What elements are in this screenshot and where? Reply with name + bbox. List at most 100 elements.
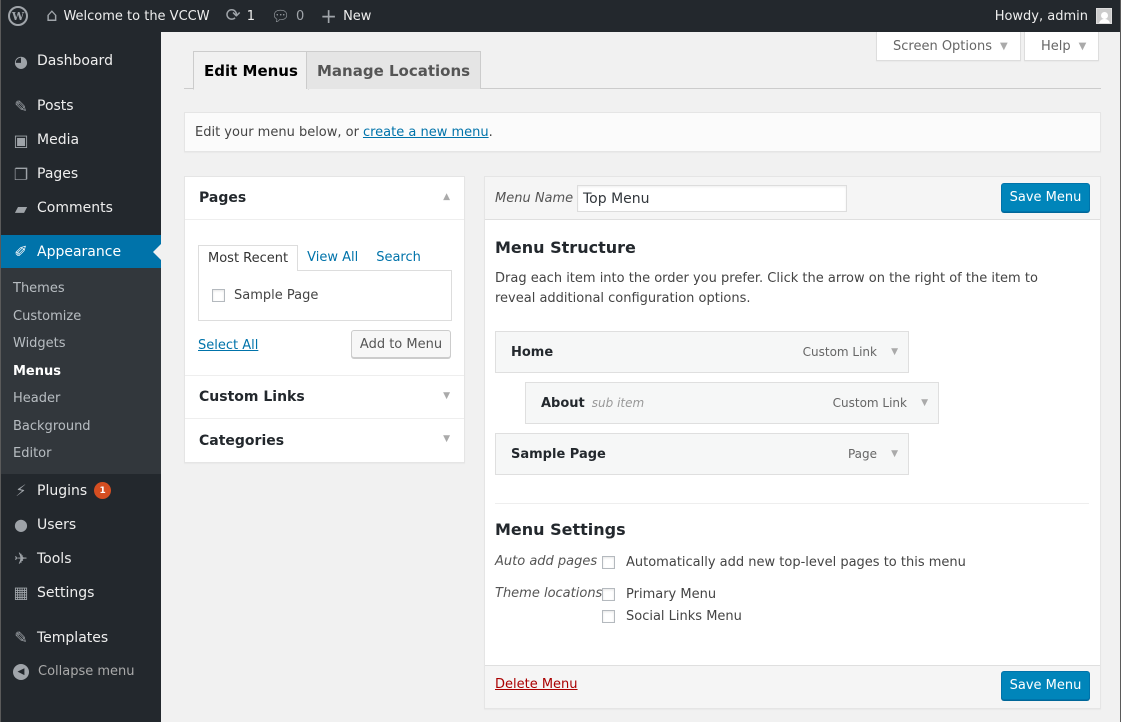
- social-links-label: Social Links Menu: [626, 609, 742, 624]
- tab-view-all[interactable]: View All: [298, 245, 367, 270]
- expand-arrow-icon[interactable]: ▼: [891, 449, 898, 459]
- primary-menu-label: Primary Menu: [626, 587, 717, 602]
- sidebar-item-label: Posts: [37, 98, 74, 114]
- location-primary-row: Primary Menu: [602, 587, 716, 602]
- sidebar-item-settings[interactable]: ▦ Settings: [1, 576, 161, 610]
- tab-most-recent[interactable]: Most Recent: [198, 245, 299, 271]
- auto-add-text: Automatically add new top-level pages to…: [626, 555, 966, 570]
- theme-locations-label: Theme locations: [495, 586, 603, 601]
- save-menu-button-top[interactable]: Save Menu: [1001, 183, 1090, 212]
- sidebar-item-posts[interactable]: ✎ Posts: [1, 89, 161, 123]
- custom-links-section-header[interactable]: Custom Links ▼: [185, 376, 464, 419]
- submenu-editor[interactable]: Editor: [1, 440, 161, 468]
- sidebar-item-templates[interactable]: ✎ Templates: [1, 621, 161, 655]
- updates-count: 1: [246, 8, 255, 24]
- menu-item-about[interactable]: About sub item Custom Link ▼: [525, 382, 939, 424]
- sidebar-item-label: Users: [37, 516, 77, 533]
- manage-menus-notice: Edit your menu below, or create a new me…: [184, 112, 1101, 152]
- create-new-menu-link[interactable]: create a new menu: [363, 125, 489, 140]
- menu-item-type: Custom Link: [832, 396, 907, 410]
- updates-link[interactable]: ⟳ 1: [218, 0, 263, 32]
- sidebar-item-comments[interactable]: ▰ Comments: [1, 191, 161, 225]
- sidebar-item-pages[interactable]: ❐ Pages: [1, 157, 161, 191]
- menu-item-type: Custom Link: [802, 345, 877, 359]
- delete-menu-link[interactable]: Delete Menu: [495, 677, 578, 692]
- new-label: New: [343, 8, 372, 24]
- auto-add-checkbox[interactable]: [602, 556, 615, 569]
- add-menu-items-accordion: Pages ▲ Most Recent View All Search Samp…: [184, 176, 465, 463]
- my-account-link[interactable]: Howdy, admin: [987, 0, 1120, 32]
- notice-end: .: [488, 124, 493, 140]
- sidebar-item-tools[interactable]: ✈ Tools: [1, 542, 161, 576]
- menu-settings-title: Menu Settings: [495, 520, 626, 539]
- user-icon: ●: [14, 515, 28, 534]
- submenu-widgets[interactable]: Widgets: [1, 330, 161, 358]
- sample-page-label: Sample Page: [234, 288, 319, 303]
- submenu-themes[interactable]: Themes: [1, 275, 161, 303]
- avatar: [1096, 8, 1112, 24]
- pages-section-body: Most Recent View All Search Sample Page …: [185, 220, 464, 376]
- pages-icon: ❐: [13, 164, 29, 184]
- submenu-header[interactable]: Header: [1, 385, 161, 413]
- sidebar-item-dashboard[interactable]: ◕ Dashboard: [1, 44, 161, 78]
- sample-page-checkbox[interactable]: [212, 289, 225, 302]
- site-name-link[interactable]: ⌂ Welcome to the VCCW: [38, 0, 218, 32]
- menu-name-input[interactable]: Top Menu: [577, 185, 847, 212]
- custom-links-title: Custom Links: [199, 389, 305, 405]
- pages-section-title: Pages: [199, 190, 247, 206]
- comments-link[interactable]: 💬︎ 0: [263, 0, 312, 32]
- collapse-menu-button[interactable]: ◀ Collapse menu: [1, 655, 161, 689]
- comments-count: 0: [296, 8, 305, 24]
- expand-arrow-icon[interactable]: ▼: [891, 347, 898, 357]
- plugin-icon: ⚡: [15, 481, 27, 500]
- plugins-update-badge: 1: [94, 482, 112, 499]
- auto-add-row: Automatically add new top-level pages to…: [602, 555, 966, 570]
- menu-item-home[interactable]: Home Custom Link ▼: [495, 331, 909, 373]
- expand-arrow-icon[interactable]: ▼: [921, 398, 928, 408]
- media-icon: ▣: [13, 130, 29, 150]
- pages-tabs: Most Recent View All Search: [198, 245, 430, 271]
- select-all-link[interactable]: Select All: [198, 338, 258, 353]
- menu-item-title: About: [541, 395, 585, 411]
- social-links-checkbox[interactable]: [602, 610, 615, 623]
- wp-logo-menu[interactable]: W: [1, 0, 38, 32]
- sidebar-item-appearance[interactable]: ✐ Appearance: [1, 235, 161, 268]
- save-menu-button-bottom[interactable]: Save Menu: [1001, 671, 1090, 700]
- submenu-customize[interactable]: Customize: [1, 303, 161, 331]
- caret-up-icon: ▲: [443, 192, 450, 202]
- divider: [495, 503, 1089, 504]
- templates-icon: ✎: [14, 628, 28, 647]
- sidebar-item-users[interactable]: ● Users: [1, 508, 161, 542]
- menu-item-type: Page: [847, 447, 877, 461]
- sidebar-item-label: Comments: [37, 200, 113, 216]
- dashboard-icon: ◕: [14, 51, 28, 71]
- sidebar-item-label: Settings: [37, 584, 95, 601]
- new-content-link[interactable]: + New: [312, 0, 379, 32]
- notice-text: Edit your menu below, or: [195, 124, 359, 140]
- add-to-menu-button[interactable]: Add to Menu: [351, 330, 451, 358]
- most-recent-panel: Sample Page: [198, 270, 452, 321]
- sidebar-item-media[interactable]: ▣ Media: [1, 123, 161, 157]
- home-icon: ⌂: [46, 5, 58, 26]
- collapse-icon: ◀: [13, 663, 29, 680]
- tab-search[interactable]: Search: [367, 245, 430, 270]
- menu-name-label: Menu Name: [495, 191, 574, 206]
- settings-icon: ▦: [13, 583, 29, 602]
- tab-manage-locations[interactable]: Manage Locations: [306, 51, 482, 89]
- sidebar-item-plugins[interactable]: ⚡ Plugins 1: [1, 474, 161, 508]
- pages-section-header[interactable]: Pages ▲: [185, 177, 464, 220]
- sidebar-item-label: Media: [37, 132, 80, 148]
- submenu-menus[interactable]: Menus: [1, 358, 161, 386]
- submenu-background[interactable]: Background: [1, 413, 161, 441]
- primary-menu-checkbox[interactable]: [602, 588, 615, 601]
- brush-icon: ✐: [14, 242, 28, 261]
- plus-icon: +: [320, 4, 338, 28]
- tab-edit-menus[interactable]: Edit Menus: [193, 51, 309, 90]
- admin-bar: W ⌂ Welcome to the VCCW ⟳ 1 💬︎ 0 + New H…: [1, 0, 1120, 32]
- caret-down-icon: ▼: [1078, 40, 1087, 52]
- caret-down-icon: ▼: [443, 391, 450, 401]
- menu-footer: Delete Menu Save Menu: [485, 665, 1100, 708]
- menu-item-sample-page[interactable]: Sample Page Page ▼: [495, 433, 909, 475]
- categories-section-header[interactable]: Categories ▼: [185, 419, 464, 462]
- comment-icon: 💬︎: [270, 6, 291, 25]
